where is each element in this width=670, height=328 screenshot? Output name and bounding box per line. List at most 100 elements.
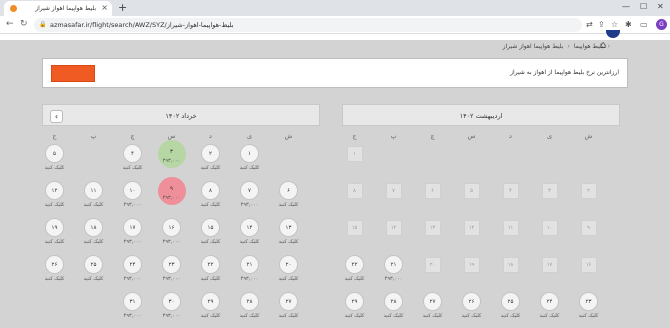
day-cell[interactable]: ۲۳ کلیک کنید (571, 292, 607, 319)
day-number[interactable]: ۷ (240, 181, 259, 200)
day-cell[interactable]: ۲۷ کلیک کنید (271, 292, 307, 319)
day-cell[interactable]: ۲۶ کلیک کنید (454, 292, 490, 319)
close-window-icon[interactable]: ✕ (657, 2, 664, 11)
day-cell[interactable]: ۷ ۴۹۳,۰۰۰ (232, 181, 268, 208)
day-cell[interactable]: ۲۰ کلیک کنید (271, 255, 307, 282)
day-cell[interactable]: ۳۱ ۴۹۳,۰۰۰ (115, 292, 151, 319)
day-number[interactable]: ۲۲ (345, 255, 364, 274)
translate-icon[interactable]: ⇄ (586, 20, 593, 29)
reload-icon[interactable]: ↻ (20, 19, 28, 29)
url-field[interactable]: 🔒 azmasafar.ir/flight/search/AWZ/SYZ/بلی… (34, 18, 582, 32)
back-icon[interactable]: ← (6, 19, 14, 29)
day-number[interactable]: ۲۸ (384, 292, 403, 311)
day-number[interactable]: ۲۵ (501, 292, 520, 311)
day-number[interactable]: ۲۹ (201, 292, 220, 311)
share-icon[interactable]: ⇪ (598, 20, 605, 29)
day-number[interactable]: ۳۱ (123, 292, 142, 311)
day-cell[interactable]: ۱۹ کلیک کنید (37, 218, 73, 245)
day-cell[interactable]: ۱۶ ۴۹۳,۰۰۰ (154, 218, 190, 245)
day-cell[interactable]: ۹ ۴۹۳,۰۰۰ (154, 177, 190, 205)
day-number[interactable]: ۲۲ (201, 255, 220, 274)
day-number[interactable]: ۲۳ (579, 292, 598, 311)
day-cell[interactable]: ۲۱ ۴۹۳,۰۰۰ (376, 255, 412, 282)
day-cell[interactable]: ۱۵ کلیک کنید (193, 218, 229, 245)
day-cell[interactable]: ۲۳ ۴۹۳,۰۰۰ (154, 255, 190, 282)
breadcrumb-item[interactable]: بلیط هواپیما اهواز شیراز (503, 43, 564, 50)
day-number[interactable]: ۲۱ (240, 255, 259, 274)
day-cell[interactable]: ۲۲ کلیک کنید (193, 255, 229, 282)
day-cell[interactable]: ۱ کلیک کنید (232, 144, 268, 171)
day-cell[interactable]: ۱۴ کلیک کنید (232, 218, 268, 245)
day-number[interactable]: ۲۷ (423, 292, 442, 311)
maximize-icon[interactable]: ☐ (640, 2, 647, 11)
day-cell[interactable]: ۴ کلیک کنید (115, 144, 151, 171)
day-cell[interactable]: ۳۰ ۴۹۳,۰۰۰ (154, 292, 190, 319)
day-number[interactable]: ۱۴ (240, 218, 259, 237)
day-cell[interactable]: ۲۴ ۴۹۳,۰۰۰ (115, 255, 151, 282)
day-number[interactable]: ۱۷ (123, 218, 142, 237)
day-number[interactable]: ۸ (201, 181, 220, 200)
day-cell[interactable]: ۲۷ کلیک کنید (415, 292, 451, 319)
breadcrumb-separator-icon: ‹ (607, 43, 610, 50)
day-cell[interactable]: ۱۱ کلیک کنید (76, 181, 112, 208)
day-number[interactable]: ۱۹ (45, 218, 64, 237)
day-cell[interactable]: ۲ کلیک کنید (193, 144, 229, 171)
day-number[interactable]: ۱۸ (84, 218, 103, 237)
day-cell[interactable]: ۵ کلیک کنید (37, 144, 73, 171)
day-cell[interactable]: ۱۳ کلیک کنید (271, 218, 307, 245)
cheapest-flights-button[interactable] (51, 65, 95, 82)
day-cell[interactable]: ۲۴ کلیک کنید (532, 292, 568, 319)
profile-avatar[interactable]: G (656, 19, 667, 30)
day-number[interactable]: ۲۶ (462, 292, 481, 311)
day-number[interactable]: ۱۵ (201, 218, 220, 237)
day-number[interactable]: ۳۰ (162, 292, 181, 311)
day-number[interactable]: ۱۰ (123, 181, 142, 200)
minimize-icon[interactable]: — (622, 2, 630, 11)
day-number[interactable]: ۲۵ (84, 255, 103, 274)
sidebar-icon[interactable]: ▭ (640, 20, 648, 29)
new-tab-button[interactable]: + (118, 1, 127, 14)
day-number[interactable]: ۲۶ (45, 255, 64, 274)
day-cell[interactable]: ۱۷ ۴۹۳,۰۰۰ (115, 218, 151, 245)
day-cell[interactable]: ۲۶ کلیک کنید (37, 255, 73, 282)
extensions-icon[interactable]: ✱ (625, 20, 632, 29)
day-number[interactable]: ۲۸ (240, 292, 259, 311)
day-cell[interactable]: ۲۸ کلیک کنید (232, 292, 268, 319)
day-cell[interactable]: ۲۱ ۴۹۳,۰۰۰ (232, 255, 268, 282)
day-cell[interactable]: ۲۵ کلیک کنید (76, 255, 112, 282)
day-cell[interactable]: ۶ کلیک کنید (271, 181, 307, 208)
close-tab-icon[interactable]: × (101, 3, 108, 12)
day-number[interactable]: ۲۹ (345, 292, 364, 311)
day-cell[interactable]: ۲۹ کلیک کنید (337, 292, 373, 319)
day-number[interactable]: ۱۳ (279, 218, 298, 237)
day-cell[interactable]: ۸ کلیک کنید (193, 181, 229, 208)
day-cell[interactable]: ۱۰ ۴۹۳,۰۰۰ (115, 181, 151, 208)
day-number[interactable]: ۴ (123, 144, 142, 163)
breadcrumb-item[interactable]: بلیط هواپیما (574, 43, 604, 50)
day-number[interactable]: ۲ (201, 144, 220, 163)
day-number[interactable]: ۲۱ (384, 255, 403, 274)
day-cell[interactable]: ۲۲ کلیک کنید (337, 255, 373, 282)
day-number[interactable]: ۲۳ (162, 255, 181, 274)
day-cell[interactable]: ۳ ۴۹۳,۰۰۰ (154, 140, 190, 168)
day-number[interactable]: ۱۲ (45, 181, 64, 200)
day-number[interactable]: ۲۴ (540, 292, 559, 311)
day-cell[interactable]: ۱۲ کلیک کنید (37, 181, 73, 208)
day-number[interactable]: ۲۷ (279, 292, 298, 311)
day-number[interactable]: ۱۶ (162, 218, 181, 237)
day-number[interactable]: ۲۴ (123, 255, 142, 274)
day-cell[interactable]: ۱۸ کلیک کنید (76, 218, 112, 245)
day-number[interactable]: ۵ (45, 144, 64, 163)
bookmark-star-icon[interactable]: ☆ (611, 20, 618, 29)
day-cell[interactable]: ۲۵ کلیک کنید (493, 292, 529, 319)
day-price-label: کلیک کنید (239, 313, 260, 319)
day-number[interactable]: ۲۰ (279, 255, 298, 274)
day-cell[interactable]: ۲۸ کلیک کنید (376, 292, 412, 319)
next-month-arrow-icon[interactable]: › (50, 110, 63, 123)
day-number[interactable]: ۶ (279, 181, 298, 200)
browser-tab[interactable]: بلیط هواپیما اهواز شیراز × (4, 1, 112, 16)
day-number[interactable]: ۱ (240, 144, 259, 163)
site-logo[interactable] (606, 30, 620, 38)
day-number[interactable]: ۱۱ (84, 181, 103, 200)
day-cell[interactable]: ۲۹ کلیک کنید (193, 292, 229, 319)
